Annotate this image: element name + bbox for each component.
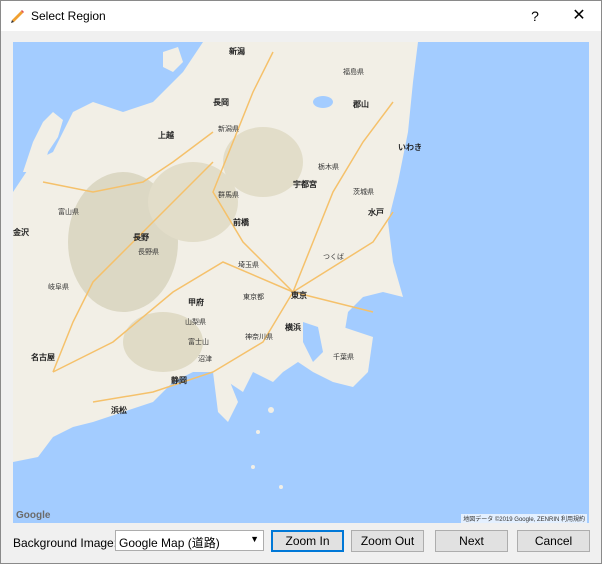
background-image-value: Google Map (道路) xyxy=(119,536,220,550)
map-label-mito: 水戸 xyxy=(368,208,384,217)
map-label-kofu: 甲府 xyxy=(188,298,204,307)
background-image-select[interactable]: Google Map (道路) ▼ xyxy=(115,530,264,551)
map-label-utsunomiya: 宇都宮 xyxy=(293,180,317,189)
zoom-out-button[interactable]: Zoom Out xyxy=(351,530,424,552)
map-label-saitama: 埼玉県 xyxy=(238,262,259,269)
map-label-numazu: 沼津 xyxy=(198,356,212,363)
map-label-hamamatsu: 浜松 xyxy=(111,406,127,415)
title-bar: Select Region ? ✕ xyxy=(1,1,601,31)
next-button[interactable]: Next xyxy=(435,530,508,552)
background-image-label: Background Image: xyxy=(13,536,118,550)
map-attribution[interactable]: 地図データ ©2019 Google, ZENRIN 利用規約 xyxy=(461,514,587,523)
map-label-tsukuba: つくば xyxy=(323,254,344,261)
close-button[interactable]: ✕ xyxy=(557,1,601,31)
map-label-nagoya: 名古屋 xyxy=(31,353,55,362)
map-label-iwaki: いわき xyxy=(398,143,422,152)
map-label-tochigi: 栃木県 xyxy=(318,164,339,171)
map-label-tokyo: 東京 xyxy=(291,291,307,300)
map-label-chiba: 千葉県 xyxy=(333,354,354,361)
map-label-niigata-pref: 新潟県 xyxy=(218,126,239,133)
cancel-button[interactable]: Cancel xyxy=(517,530,590,552)
map-label-niigata: 新潟 xyxy=(229,47,245,56)
map-view[interactable]: 新潟 福島県 長岡 新潟県 上越 郡山 いわき 富山県 金沢 栃木県 宇都宮 群… xyxy=(13,42,589,523)
map-label-nagano: 長野 xyxy=(133,233,149,242)
zoom-in-button[interactable]: Zoom In xyxy=(271,530,344,552)
map-label-toyama: 富山県 xyxy=(58,209,79,216)
map-label-gifu: 岐阜県 xyxy=(48,284,69,291)
map-label-kanagawa: 神奈川県 xyxy=(245,334,273,341)
map-graphic xyxy=(13,42,418,489)
map-label-shizuoka: 静岡 xyxy=(171,376,187,385)
pencil-icon xyxy=(11,10,24,23)
map-label-nagano-pref: 長野県 xyxy=(138,249,159,256)
map-label-fuji: 富士山 xyxy=(188,339,209,346)
map-label-maebashi: 前橋 xyxy=(233,218,249,227)
map-label-nagaoka: 長岡 xyxy=(213,98,229,107)
map-label-gunma: 群馬県 xyxy=(218,192,239,199)
map-label-joetsu: 上越 xyxy=(158,131,174,140)
chevron-down-icon: ▼ xyxy=(250,534,259,544)
map-label-koriyama: 郡山 xyxy=(353,100,369,109)
map-label-tokyo-pref: 東京都 xyxy=(243,294,264,301)
window-title: Select Region xyxy=(31,9,106,23)
map-label-kanazawa: 金沢 xyxy=(13,228,29,237)
select-region-dialog: Select Region ? ✕ 新潟 福島県 長岡 新潟県 上越 郡山 いわ… xyxy=(0,0,602,564)
map-label-ibaraki: 茨城県 xyxy=(353,189,374,196)
help-button[interactable]: ? xyxy=(513,1,557,31)
map-label-yamanashi: 山梨県 xyxy=(185,319,206,326)
map-label-fukushima: 福島県 xyxy=(343,69,364,76)
map-label-yokohama: 横浜 xyxy=(285,323,301,332)
google-logo: Google xyxy=(16,510,51,521)
